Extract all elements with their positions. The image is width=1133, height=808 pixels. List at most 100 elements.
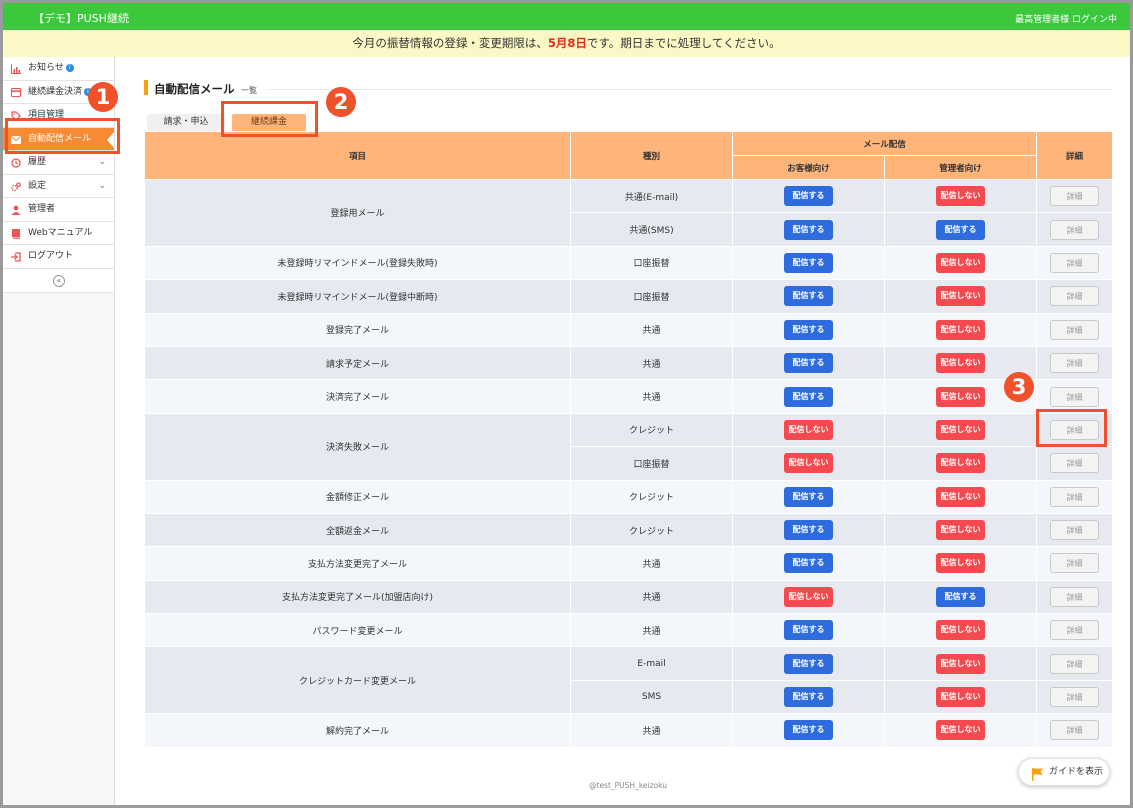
detail-cell: 詳細 (1036, 546, 1114, 581)
sidebar-item-settings[interactable]: 設定 ⌄ (3, 174, 114, 198)
detail-button[interactable]: 詳細 (1050, 186, 1100, 207)
table-row: 支払方法変更完了メール 共通 配信する 配信しない 詳細 (144, 546, 1114, 581)
customer-send-button[interactable]: 配信する (784, 286, 833, 307)
collapse-sidebar-button[interactable]: « (53, 274, 65, 287)
detail-button[interactable]: 詳細 (1050, 286, 1100, 307)
customer-delivery-cell: 配信する (732, 345, 885, 381)
tags-icon (11, 111, 21, 121)
customer-send-button[interactable]: 配信する (784, 653, 833, 674)
admin-nosend-button[interactable]: 配信しない (936, 687, 985, 708)
table-row: 未登録時リマインドメール(登録失敗時) 口座振替 配信する 配信しない 詳細 (144, 245, 1114, 281)
mail-type: 口座振替 (570, 279, 733, 314)
mail-type: 共通(SMS) (570, 212, 733, 247)
mail-type: クレジット (570, 412, 733, 448)
chevron-down-icon: ⌄ (98, 157, 106, 167)
customer-delivery-cell: 配信する (732, 379, 885, 414)
detail-button[interactable]: 詳細 (1050, 353, 1100, 374)
admin-nosend-button[interactable]: 配信しない (936, 353, 985, 374)
admin-delivery-cell: 配信しない (883, 646, 1038, 681)
detail-button[interactable]: 詳細 (1050, 219, 1100, 240)
gears-icon (11, 181, 21, 192)
detail-button[interactable]: 詳細 (1050, 687, 1100, 708)
detail-button[interactable]: 詳細 (1050, 453, 1100, 474)
mail-item-name: 未登録時リマインドメール(登録中断時) (144, 279, 571, 314)
customer-send-button[interactable]: 配信する (784, 553, 833, 574)
mail-item-name: 支払方法変更完了メール(加盟店向け) (144, 579, 571, 615)
admin-nosend-button[interactable]: 配信しない (936, 252, 985, 273)
show-guide-button[interactable]: ガイドを表示 (1018, 758, 1110, 786)
column-header-detail: 詳細 (1036, 131, 1114, 180)
admin-nosend-button[interactable]: 配信しない (936, 720, 985, 741)
customer-send-button[interactable]: 配信する (784, 386, 833, 407)
sidebar-item-history[interactable]: 履歴 ⌄ (3, 151, 114, 175)
customer-send-button[interactable]: 配信する (784, 520, 833, 541)
admin-nosend-button[interactable]: 配信しない (936, 419, 985, 440)
customer-nosend-button[interactable]: 配信しない (784, 586, 833, 607)
detail-button[interactable]: 詳細 (1050, 720, 1100, 741)
mail-item-name: クレジットカード変更メール (144, 646, 571, 715)
customer-nosend-button[interactable]: 配信しない (784, 419, 833, 440)
show-guide-label: ガイドを表示 (1049, 767, 1104, 777)
admin-nosend-button[interactable]: 配信しない (936, 319, 985, 340)
customer-delivery-cell: 配信する (732, 212, 885, 247)
sidebar-item-news[interactable]: お知らせ i (3, 57, 114, 81)
customer-send-button[interactable]: 配信する (784, 687, 833, 708)
customer-send-button[interactable]: 配信する (784, 252, 833, 273)
sidebar-item-label: 管理者 (28, 204, 56, 214)
admin-nosend-button[interactable]: 配信しない (936, 386, 985, 407)
sidebar-item-label: ログアウト (28, 251, 74, 261)
customer-send-button[interactable]: 配信する (784, 620, 833, 641)
detail-button[interactable]: 詳細 (1050, 653, 1100, 674)
customer-delivery-cell: 配信する (732, 279, 885, 314)
app-title: 【デモ】PUSH継続 (33, 12, 129, 25)
customer-delivery-cell: 配信する (732, 178, 885, 214)
admin-send-button[interactable]: 配信する (936, 586, 985, 607)
admin-nosend-button[interactable]: 配信しない (936, 186, 985, 207)
sidebar-item-label: お知らせ (28, 63, 64, 73)
annotation-marker-1: 1 (88, 82, 118, 112)
customer-nosend-button[interactable]: 配信しない (784, 453, 833, 474)
admin-nosend-button[interactable]: 配信しない (936, 520, 985, 541)
admin-send-button[interactable]: 配信する (936, 219, 985, 240)
customer-send-button[interactable]: 配信する (784, 319, 833, 340)
detail-button[interactable]: 詳細 (1050, 386, 1100, 407)
page-subtitle: 一覧 (241, 86, 257, 95)
detail-button[interactable]: 詳細 (1050, 620, 1100, 641)
column-header-mail-delivery: メール配信 (731, 131, 1038, 156)
mail-type: クレジット (570, 479, 733, 514)
sidebar-item-admin[interactable]: 管理者 (3, 198, 114, 222)
admin-nosend-button[interactable]: 配信しない (936, 620, 985, 641)
mail-type: 共通 (570, 579, 733, 615)
admin-nosend-button[interactable]: 配信しない (936, 553, 985, 574)
admin-delivery-cell: 配信しない (883, 279, 1038, 314)
customer-send-button[interactable]: 配信する (784, 186, 833, 207)
sidebar-item-logout[interactable]: ログアウト (3, 245, 114, 269)
detail-button[interactable]: 詳細 (1050, 553, 1100, 574)
admin-nosend-button[interactable]: 配信しない (936, 453, 985, 474)
admin-nosend-button[interactable]: 配信しない (936, 286, 985, 307)
customer-send-button[interactable]: 配信する (784, 219, 833, 240)
sidebar-item-auto-mail[interactable]: 自動配信メール (3, 127, 114, 151)
customer-send-button[interactable]: 配信する (784, 720, 833, 741)
sidebar-item-web-manual[interactable]: Webマニュアル (3, 221, 114, 245)
tab-billing-application[interactable]: 請求・申込 (147, 114, 225, 131)
admin-nosend-button[interactable]: 配信しない (936, 486, 985, 507)
mail-item-name: パスワード変更メール (144, 613, 571, 648)
detail-button[interactable]: 詳細 (1050, 486, 1100, 507)
table-row: 全額返金メール クレジット 配信する 配信しない 詳細 (144, 512, 1114, 548)
mail-item-name: 金額修正メール (144, 479, 571, 514)
admin-nosend-button[interactable]: 配信しない (936, 653, 985, 674)
detail-button[interactable]: 詳細 (1050, 252, 1100, 273)
detail-button[interactable]: 詳細 (1050, 586, 1100, 607)
table-row: 登録用メール 共通(E-mail) 配信する 配信しない 詳細 (144, 178, 1114, 247)
detail-button[interactable]: 詳細 (1050, 419, 1100, 440)
detail-button[interactable]: 詳細 (1050, 520, 1100, 541)
customer-send-button[interactable]: 配信する (784, 353, 833, 374)
tab-recurring-billing[interactable]: 継続課金 (232, 114, 306, 131)
customer-send-button[interactable]: 配信する (784, 486, 833, 507)
mail-type: 共通 (570, 312, 733, 347)
detail-cell: 詳細 (1036, 212, 1114, 247)
admin-delivery-cell: 配信する (883, 212, 1038, 247)
info-icon: i (65, 64, 74, 72)
detail-button[interactable]: 詳細 (1050, 319, 1100, 340)
